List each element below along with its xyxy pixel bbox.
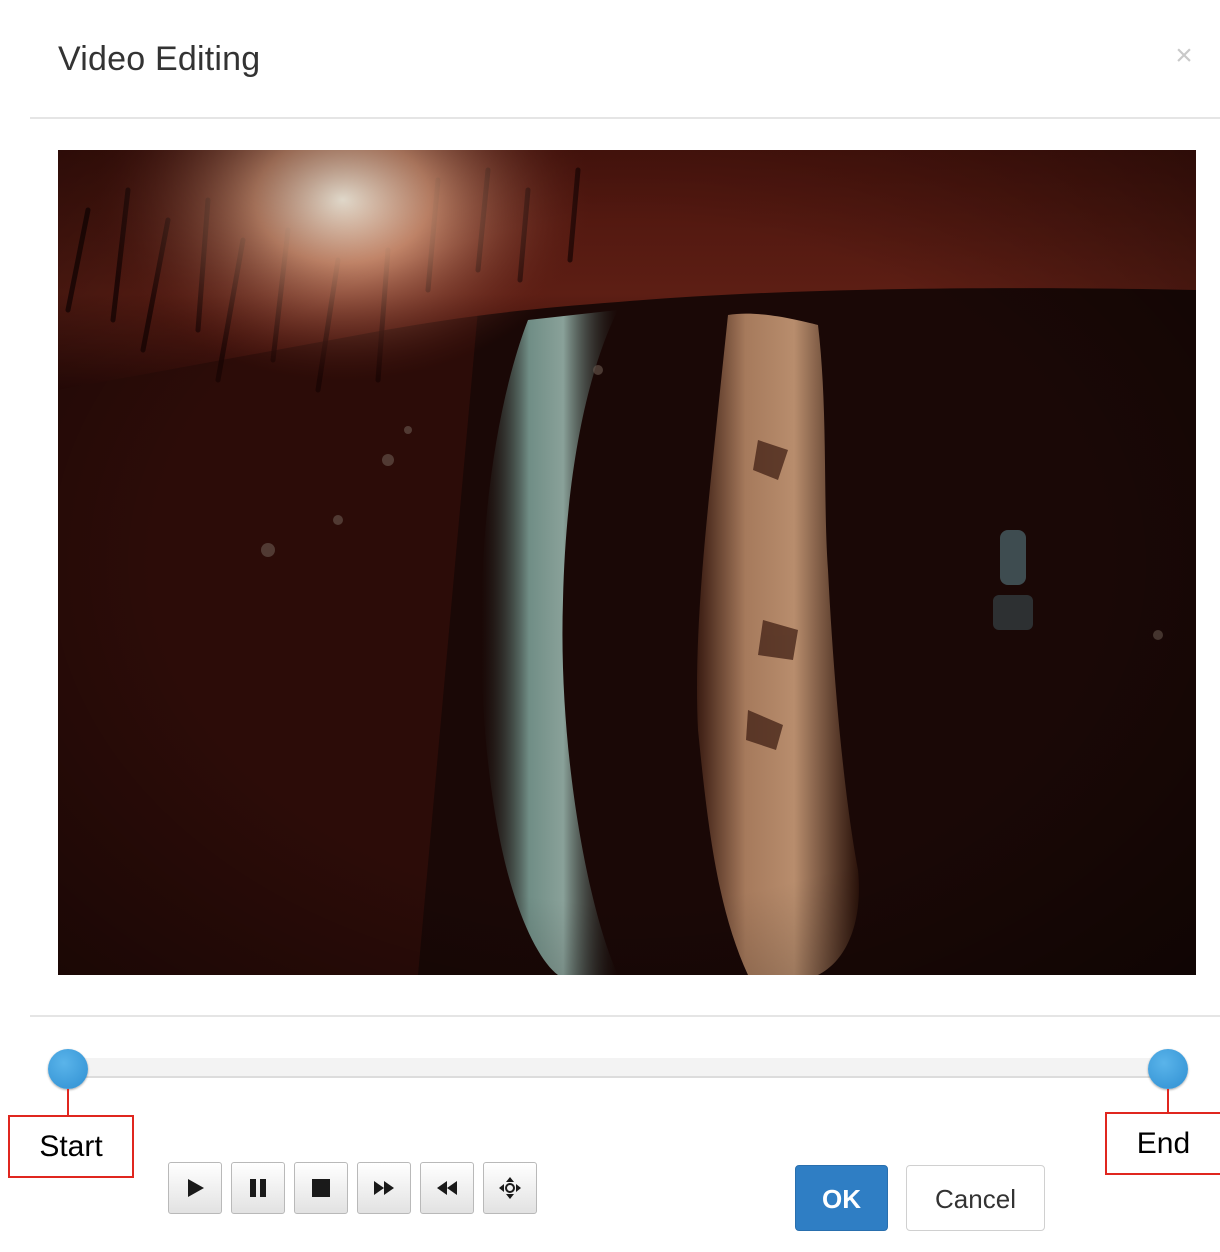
end-slider-handle[interactable] <box>1148 1049 1188 1089</box>
trim-slider-track[interactable] <box>68 1058 1168 1078</box>
rewind-icon <box>437 1181 457 1195</box>
fast-forward-button[interactable] <box>357 1162 411 1214</box>
rewind-button[interactable] <box>420 1162 474 1214</box>
stop-icon <box>312 1179 330 1197</box>
move-crosshair-icon <box>499 1177 521 1199</box>
video-frame-image <box>58 150 1196 975</box>
start-label: Start <box>8 1115 134 1178</box>
start-slider-handle[interactable] <box>48 1049 88 1089</box>
dialog-title: Video Editing <box>58 40 261 78</box>
play-icon <box>188 1179 204 1197</box>
fast-forward-icon <box>374 1181 394 1195</box>
ok-button[interactable]: OK <box>795 1165 888 1231</box>
close-icon[interactable]: × <box>1168 38 1200 74</box>
stop-button[interactable] <box>294 1162 348 1214</box>
video-preview[interactable] <box>58 150 1196 975</box>
end-annotation-line <box>1167 1089 1169 1113</box>
move-button[interactable] <box>483 1162 537 1214</box>
pause-button[interactable] <box>231 1162 285 1214</box>
end-label: End <box>1105 1112 1220 1175</box>
playback-toolbar <box>168 1162 537 1216</box>
pause-icon <box>250 1179 266 1197</box>
header-divider <box>30 117 1220 119</box>
video-editing-dialog: Video Editing × Start End OK Cancel <box>0 0 1220 1252</box>
video-divider <box>30 1015 1220 1017</box>
play-button[interactable] <box>168 1162 222 1214</box>
start-annotation-line <box>67 1089 69 1116</box>
cancel-button[interactable]: Cancel <box>906 1165 1045 1231</box>
